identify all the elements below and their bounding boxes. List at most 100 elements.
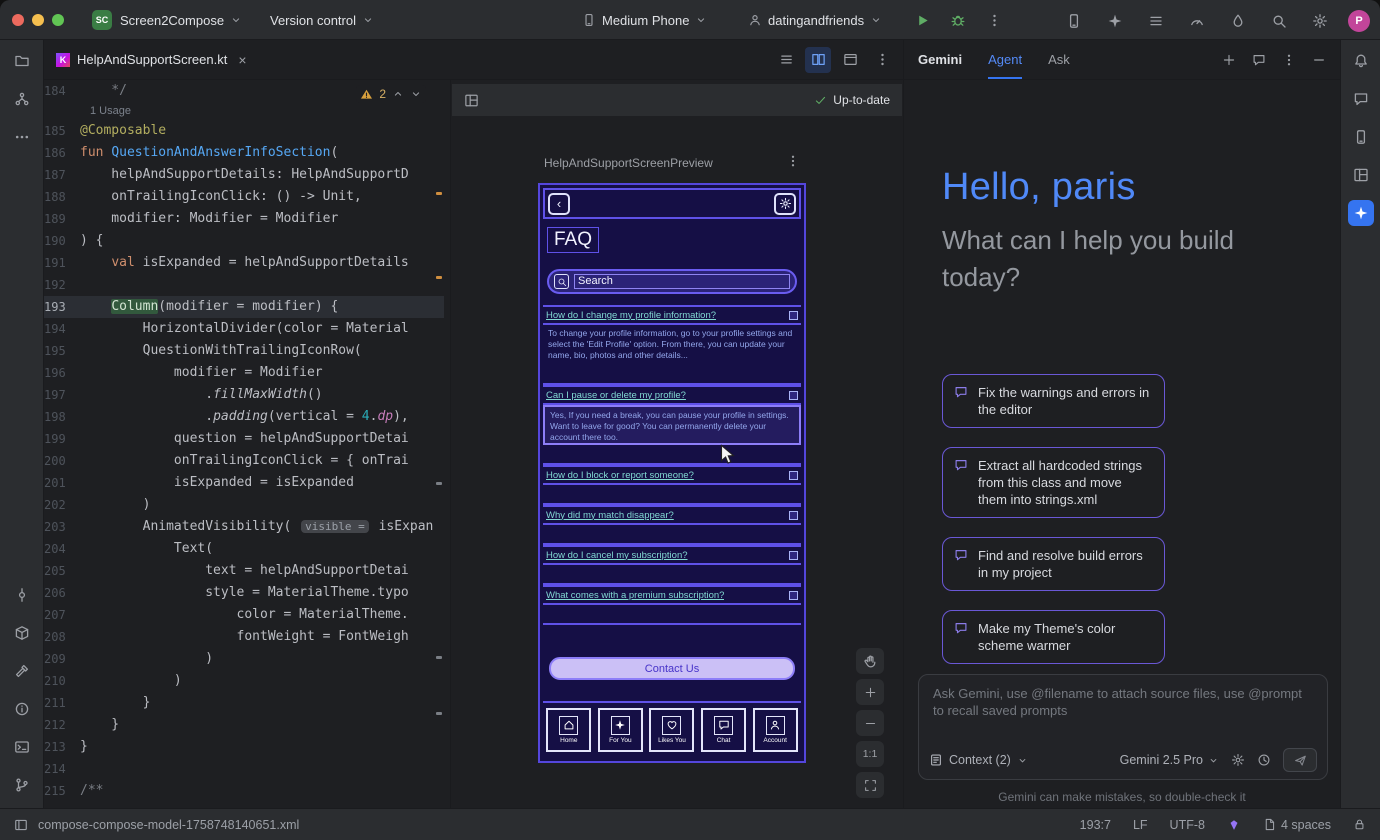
settings-button[interactable] (774, 193, 796, 215)
line-number[interactable]: 187 (44, 164, 80, 186)
error-stripe[interactable] (434, 80, 444, 808)
more-run-actions-button[interactable] (982, 8, 1006, 32)
code-editor[interactable]: 184 */1 Usage185@Composable186fun Questi… (44, 80, 444, 808)
prev-problem-button[interactable] (392, 88, 404, 100)
debug-button[interactable] (946, 8, 970, 32)
inspection-widget[interactable]: 2 (356, 85, 426, 103)
nav-item-home[interactable]: Home (546, 708, 591, 752)
expand-toggle-icon[interactable] (789, 511, 798, 520)
line-number[interactable]: 196 (44, 362, 80, 384)
search-bar[interactable]: Search (547, 269, 797, 294)
faq-question[interactable]: How do I block or report someone? (543, 465, 801, 485)
code-line[interactable]: 214 (44, 758, 444, 780)
line-number[interactable]: 214 (44, 758, 80, 780)
code-line[interactable]: 192 (44, 274, 444, 296)
line-number[interactable]: 190 (44, 230, 80, 252)
tab-agent[interactable]: Agent (988, 40, 1022, 79)
project-selector[interactable]: Screen2Compose (120, 9, 242, 31)
packages-icon[interactable] (9, 620, 35, 646)
nav-item-chat[interactable]: Chat (701, 708, 746, 752)
send-button[interactable] (1283, 748, 1317, 772)
more-tools-icon[interactable] (9, 124, 35, 150)
vcs-selector[interactable]: Version control (270, 9, 374, 31)
code-line[interactable]: 197 .fillMaxWidth() (44, 384, 444, 406)
device-manager-icon[interactable] (1061, 8, 1087, 34)
run-button[interactable] (910, 8, 934, 32)
suggestion-card[interactable]: Find and resolve build errors in my proj… (942, 537, 1165, 591)
pan-button[interactable] (856, 648, 884, 674)
build-status[interactable]: Up-to-date (814, 93, 890, 107)
code-line[interactable]: 198 .padding(vertical = 4.dp), (44, 406, 444, 428)
code-line[interactable]: 215/** (44, 780, 444, 802)
ai-chat-icon[interactable] (1348, 86, 1374, 112)
preview-options-button[interactable] (786, 154, 800, 168)
line-number[interactable]: 215 (44, 780, 80, 802)
code-line[interactable]: 194 HorizontalDivider(color = Material (44, 318, 444, 340)
stripe-mark[interactable] (436, 482, 442, 485)
code-line[interactable]: 202 ) (44, 494, 444, 516)
code-line[interactable]: 211 } (44, 692, 444, 714)
line-number[interactable]: 213 (44, 736, 80, 758)
line-number[interactable]: 184 (44, 80, 80, 102)
code-line[interactable]: 190) { (44, 230, 444, 252)
run-config-selector[interactable]: datingandfriends (748, 9, 882, 31)
code-line[interactable]: 191 val isExpanded = helpAndSupportDetai… (44, 252, 444, 274)
line-separator[interactable]: LF (1133, 818, 1148, 832)
gemini-settings-button[interactable] (1231, 753, 1245, 767)
split-view-button[interactable] (805, 47, 831, 73)
warning-mark[interactable] (436, 192, 442, 195)
code-line[interactable]: 207 color = MaterialTheme. (44, 604, 444, 626)
context-selector[interactable]: Context (2) (929, 753, 1028, 767)
warning-mark[interactable] (436, 276, 442, 279)
code-line[interactable]: 208 fontWeight = FontWeigh (44, 626, 444, 648)
line-number[interactable]: 200 (44, 450, 80, 472)
panel-options-button[interactable] (1282, 53, 1296, 67)
device-explorer-icon[interactable] (1348, 124, 1374, 150)
code-line[interactable]: 200 onTrailingIconClick = { onTrai (44, 450, 444, 472)
code-line[interactable]: 203 AnimatedVisibility( visible = isExpa… (44, 516, 444, 538)
notifications-icon[interactable] (1348, 48, 1374, 74)
code-line[interactable]: 201 isExpanded = isExpanded (44, 472, 444, 494)
zoom-fit-button[interactable] (856, 772, 884, 798)
zoom-window-button[interactable] (52, 14, 64, 26)
preview-layout-icon[interactable] (464, 93, 479, 108)
layout-inspector-icon[interactable] (1348, 162, 1374, 188)
history-button[interactable] (1257, 753, 1271, 767)
profiler-icon[interactable] (1184, 8, 1210, 34)
contact-us-button[interactable]: Contact Us (549, 657, 795, 680)
line-number[interactable]: 188 (44, 186, 80, 208)
suggestion-card[interactable]: Fix the warnings and errors in the edito… (942, 374, 1165, 428)
conversations-button[interactable] (1252, 53, 1266, 67)
expand-toggle-icon[interactable] (789, 391, 798, 400)
code-line[interactable]: 187 helpAndSupportDetails: HelpAndSuppor… (44, 164, 444, 186)
faq-question[interactable]: Why did my match disappear? (543, 505, 801, 525)
close-window-button[interactable] (12, 14, 24, 26)
code-line[interactable]: 189 modifier: Modifier = Modifier (44, 208, 444, 230)
line-number[interactable]: 186 (44, 142, 80, 164)
line-number[interactable]: 210 (44, 670, 80, 692)
ai-assistant-icon[interactable] (1102, 8, 1128, 34)
line-number[interactable]: 194 (44, 318, 80, 340)
line-number[interactable]: 206 (44, 582, 80, 604)
settings-icon[interactable] (1307, 8, 1333, 34)
code-line[interactable]: 185@Composable (44, 120, 444, 142)
line-number[interactable]: 212 (44, 714, 80, 736)
code-line[interactable]: 213} (44, 736, 444, 758)
faq-question[interactable]: Can I pause or delete my profile? (543, 385, 801, 405)
line-number[interactable]: 191 (44, 252, 80, 274)
faq-question[interactable]: How do I cancel my subscription? (543, 545, 801, 565)
line-number[interactable]: 202 (44, 494, 80, 516)
version-control-icon[interactable] (9, 772, 35, 798)
close-tab-icon[interactable]: × (238, 52, 246, 68)
code-line[interactable]: 195 QuestionWithTrailingIconRow( (44, 340, 444, 362)
prompt-input[interactable]: Ask Gemini, use @filename to attach sour… (918, 674, 1328, 780)
stripe-mark[interactable] (436, 656, 442, 659)
code-line[interactable]: 193 Column(modifier = modifier) { (44, 296, 444, 318)
expand-toggle-icon[interactable] (789, 551, 798, 560)
line-number[interactable]: 193 (44, 296, 80, 318)
project-folder-icon[interactable] (9, 48, 35, 74)
line-number[interactable]: 211 (44, 692, 80, 714)
code-line[interactable]: 206 style = MaterialTheme.typo (44, 582, 444, 604)
line-number[interactable]: 205 (44, 560, 80, 582)
layout-widget-icon[interactable] (14, 818, 28, 832)
